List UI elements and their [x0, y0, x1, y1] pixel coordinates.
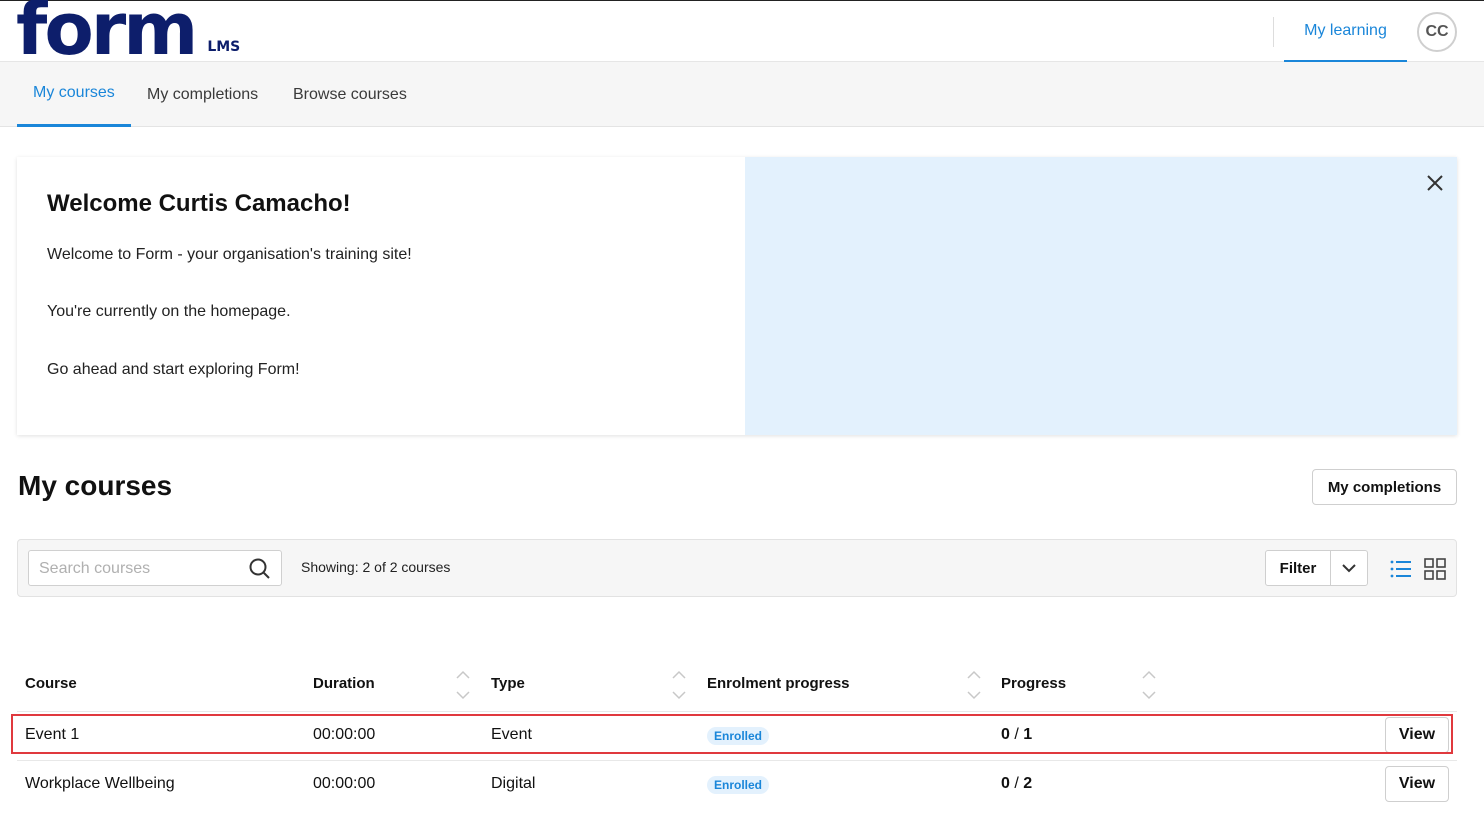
view-button[interactable]: View [1385, 717, 1449, 753]
logo-text: form [16, 0, 198, 71]
section-title: My courses [18, 470, 173, 501]
column-header-course: Course [25, 675, 77, 692]
row-divider [17, 711, 1457, 712]
form-lms-logo[interactable]: form LMS [16, 0, 240, 65]
my-completions-button[interactable]: My completions [1312, 469, 1457, 505]
course-name[interactable]: Workplace Wellbeing [25, 775, 175, 793]
divider [1273, 17, 1274, 47]
search-input[interactable] [39, 557, 239, 581]
progress-done: 0 [1001, 775, 1010, 792]
list-view-icon[interactable] [1390, 558, 1412, 580]
welcome-line: You're currently on the homepage. [47, 303, 291, 320]
avatar[interactable]: CC [1417, 12, 1457, 52]
column-header-progress[interactable]: Progress [1001, 675, 1066, 692]
course-type: Digital [491, 775, 536, 792]
column-header-enrolment-progress[interactable]: Enrolment progress [707, 675, 850, 692]
course-progress: 0 / 1 [1001, 726, 1033, 743]
welcome-banner: Welcome Curtis Camacho! Welcome to Form … [17, 157, 1457, 435]
status-badge: Enrolled [707, 776, 770, 794]
column-header-duration[interactable]: Duration [313, 675, 375, 692]
sort-icon[interactable] [966, 670, 982, 700]
sub-navigation: My courses My completions Browse courses [0, 62, 1484, 127]
course-progress: 0 / 2 [1001, 775, 1033, 792]
filter-dropdown[interactable]: Filter [1265, 550, 1368, 586]
tab-my-completions[interactable]: My completions [147, 62, 258, 127]
welcome-line: Go ahead and start exploring Form! [47, 361, 300, 378]
search-box [28, 550, 282, 586]
course-duration: 00:00:00 [313, 726, 376, 743]
logo-sub: LMS [207, 39, 241, 55]
course-name[interactable]: Event 1 [25, 726, 79, 744]
results-count: Showing: 2 of 2 courses [301, 559, 451, 575]
progress-total: 1 [1023, 726, 1033, 743]
sort-icon[interactable] [1141, 670, 1157, 700]
column-header-type[interactable]: Type [491, 675, 525, 692]
courses-toolbar: Showing: 2 of 2 courses Filter [17, 539, 1457, 597]
course-duration: 00:00:00 [313, 775, 376, 792]
welcome-title: Welcome Curtis Camacho! [47, 190, 351, 217]
welcome-line: Welcome to Form - your organisation's tr… [47, 246, 412, 263]
nav-my-learning[interactable]: My learning [1284, 1, 1407, 63]
grid-view-icon[interactable] [1424, 558, 1446, 580]
status-badge: Enrolled [707, 727, 770, 745]
tab-browse-courses[interactable]: Browse courses [293, 62, 407, 127]
search-icon[interactable] [248, 557, 272, 581]
tab-my-courses[interactable]: My courses [17, 62, 131, 127]
view-button[interactable]: View [1385, 766, 1449, 802]
sort-icon[interactable] [455, 670, 471, 700]
row-divider [17, 760, 1457, 761]
course-type: Event [491, 726, 532, 743]
top-bar: form LMS My learning CC [0, 0, 1484, 65]
chevron-down-icon[interactable] [1331, 551, 1367, 585]
progress-total: 2 [1023, 775, 1033, 792]
progress-done: 0 [1001, 726, 1010, 743]
filter-button[interactable]: Filter [1266, 551, 1331, 585]
banner-image-area [745, 157, 1457, 435]
close-icon[interactable] [1425, 173, 1445, 193]
sort-icon[interactable] [671, 670, 687, 700]
